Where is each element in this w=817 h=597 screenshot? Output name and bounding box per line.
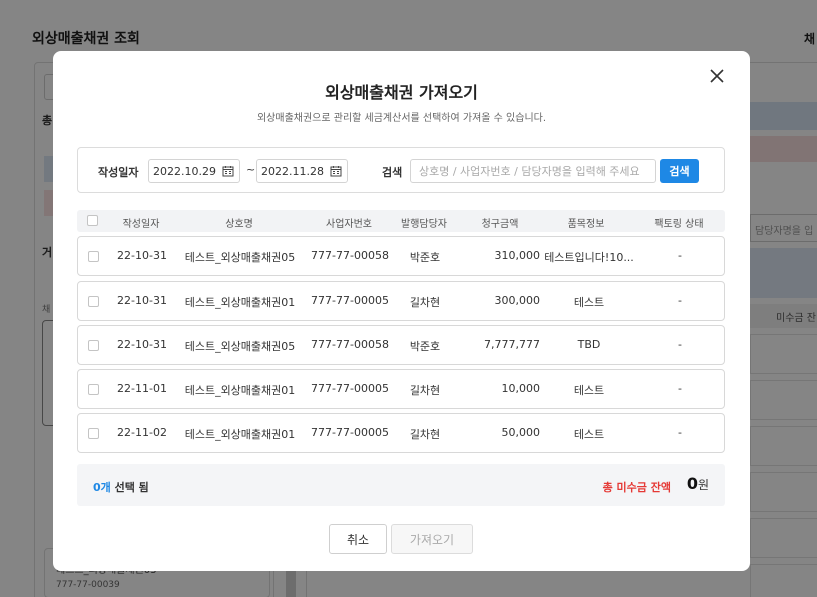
row-checkbox[interactable]	[88, 428, 99, 439]
row-business-no: 777-77-00005	[311, 294, 389, 307]
row-company: 테스트_외상매출채권01	[184, 296, 296, 309]
row-checkbox[interactable]	[88, 251, 99, 262]
table-row[interactable]: 22-10-31 테스트_외상매출채권01 777-77-00005 길차현 3…	[77, 281, 725, 321]
table-header: 작성일자 상호명 사업자번호 발행담당자 청구금액 품목정보 팩토링 상태	[77, 210, 725, 232]
row-business-no: 777-77-00058	[311, 338, 389, 351]
date-label: 작성일자	[98, 166, 139, 179]
row-company: 테스트_외상매출채권01	[184, 428, 296, 441]
search-input[interactable]	[410, 159, 656, 183]
row-amount: 7,777,777	[484, 338, 540, 351]
date-from-value: 2022.10.29	[153, 165, 216, 178]
search-label: 검색	[382, 166, 403, 179]
date-to-input[interactable]: 2022.11.28	[256, 159, 348, 183]
row-factoring-status: -	[678, 294, 682, 307]
column-header: 품목정보	[567, 219, 605, 230]
row-manager: 박준호	[409, 340, 441, 353]
row-manager: 길차현	[409, 296, 441, 309]
row-company: 테스트_외상매출채권01	[184, 384, 296, 397]
row-checkbox[interactable]	[88, 384, 99, 395]
row-factoring-status: -	[678, 382, 682, 395]
date-range-separator: ~	[246, 163, 256, 176]
row-company: 테스트_외상매출채권05	[184, 340, 296, 353]
modal-subtitle: 외상매출채권으로 관리할 세금계산서를 선택하여 가져올 수 있습니다.	[256, 113, 547, 124]
selected-count-text: 0개 선택 됨	[93, 479, 149, 495]
import-button[interactable]: 가져오기	[391, 524, 473, 554]
selected-count-suffix: 선택 됨	[110, 481, 149, 494]
row-item: TBD	[577, 338, 601, 351]
calendar-icon[interactable]	[330, 165, 342, 177]
total-balance-unit: 원	[697, 478, 709, 492]
row-checkbox[interactable]	[88, 340, 99, 351]
row-item: 테스트	[573, 296, 605, 309]
column-header: 청구금액	[481, 219, 519, 230]
selection-summary: 0개 선택 됨 총 미수금 잔액 0원	[77, 464, 725, 506]
row-date: 22-10-31	[117, 338, 167, 351]
column-header: 작성일자	[122, 219, 160, 230]
column-header: 사업자번호	[326, 219, 372, 230]
search-filter-box: 작성일자 2022.10.29 ~ 2022.11.28 검색 검색	[77, 147, 725, 193]
modal-title: 외상매출채권 가져오기	[325, 83, 478, 102]
row-business-no: 777-77-00005	[311, 426, 389, 439]
total-balance: 0원	[687, 474, 709, 493]
row-checkbox[interactable]	[88, 296, 99, 307]
row-amount: 50,000	[501, 426, 541, 439]
row-item: 테스트	[573, 384, 605, 397]
select-all-checkbox[interactable]	[87, 215, 98, 226]
cancel-button[interactable]: 취소	[329, 524, 387, 554]
row-factoring-status: -	[678, 426, 682, 439]
calendar-icon[interactable]	[222, 165, 234, 177]
import-receivables-modal: 외상매출채권 가져오기 외상매출채권으로 관리할 세금계산서를 선택하여 가져올…	[53, 51, 750, 571]
total-balance-value: 0	[686, 474, 698, 493]
total-balance-label: 총 미수금 잔액	[602, 481, 671, 494]
row-factoring-status: -	[678, 338, 682, 351]
row-date: 22-10-31	[117, 249, 167, 262]
row-amount: 10,000	[501, 382, 541, 395]
table-row[interactable]: 22-10-31 테스트_외상매출채권05 777-77-00058 박준호 7…	[77, 325, 725, 365]
row-company: 테스트_외상매출채권05	[184, 251, 296, 264]
date-from-input[interactable]: 2022.10.29	[148, 159, 240, 183]
row-factoring-status: -	[678, 249, 682, 262]
row-manager: 길차현	[409, 428, 441, 441]
row-item: 테스트	[573, 428, 605, 441]
selected-count: 0개	[93, 481, 111, 494]
row-manager: 박준호	[409, 251, 441, 264]
column-header: 발행담당자	[401, 219, 447, 230]
row-date: 22-10-31	[117, 294, 167, 307]
row-amount: 310,000	[494, 249, 541, 262]
row-amount: 300,000	[494, 294, 541, 307]
column-header: 상호명	[225, 219, 253, 230]
row-manager: 길차현	[409, 384, 441, 397]
row-item: 테스트입니다!10...	[544, 251, 634, 264]
row-business-no: 777-77-00005	[311, 382, 389, 395]
search-button[interactable]: 검색	[660, 159, 699, 183]
close-icon[interactable]	[706, 65, 728, 87]
row-date: 22-11-01	[117, 382, 167, 395]
row-date: 22-11-02	[117, 426, 167, 439]
column-header: 팩토링 상태	[654, 219, 704, 230]
table-row[interactable]: 22-11-02 테스트_외상매출채권01 777-77-00005 길차현 5…	[77, 413, 725, 453]
row-business-no: 777-77-00058	[311, 249, 389, 262]
date-to-value: 2022.11.28	[261, 165, 324, 178]
table-row[interactable]: 22-10-31 테스트_외상매출채권05 777-77-00058 박준호 3…	[77, 236, 725, 276]
table-row[interactable]: 22-11-01 테스트_외상매출채권01 777-77-00005 길차현 1…	[77, 369, 725, 409]
